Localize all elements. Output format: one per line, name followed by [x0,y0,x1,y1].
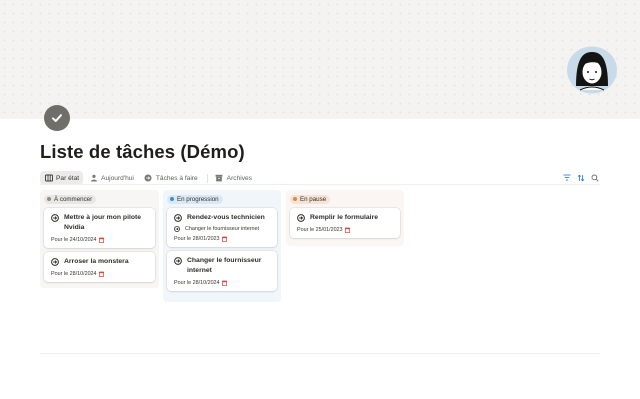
filter-icon[interactable] [562,172,572,183]
search-icon[interactable] [590,172,600,183]
board-column-en-pause: En pause Remplir le formulaire Pour le 2… [286,190,404,246]
tab-aujourdhui[interactable]: Aujourd'hui [85,171,138,185]
sort-icon[interactable] [576,172,586,183]
calendar-icon [98,237,104,243]
check-circle-icon[interactable] [44,105,70,131]
tab-par-etat[interactable]: Par état [40,171,84,185]
status-dot [170,197,174,201]
arrow-circle-icon [297,214,305,222]
tab-label: Archives [226,174,252,182]
task-date: Pour le 24/10/2024 [51,237,97,243]
calendar-icon [221,236,227,242]
arrow-circle-icon [174,226,180,232]
archive-icon [215,174,224,183]
divider [40,353,600,354]
task-card[interactable]: Arroser la monstera Pour le 28/10/2024 [44,252,155,282]
arrow-circle-icon [144,174,153,183]
status-label: En progression [177,195,219,203]
tab-label: Aujourd'hui [101,174,134,182]
task-title: Changer le fournisseur internet [187,257,262,274]
status-label: En pause [300,195,327,203]
page-title[interactable]: Liste de tâches (Démo) [40,141,245,163]
board-icon [44,174,53,183]
tab-archives[interactable]: Archives [211,171,256,185]
calendar-icon [344,227,350,233]
status-dot [293,197,297,201]
status-badge[interactable]: En pause [290,194,331,204]
task-title: Arroser la monstera [64,258,129,265]
calendar-icon [221,280,227,286]
status-badge[interactable]: En progression [167,194,223,204]
calendar-icon [98,271,104,277]
divider [40,184,600,185]
task-date: Pour le 25/01/2023 [297,227,343,233]
subtask-link[interactable]: Changer le fournisseur internet [174,226,272,232]
arrow-circle-icon [174,214,182,222]
task-title: Rendez-vous technicien [187,214,265,221]
tab-label: Par état [56,174,80,182]
task-date: Pour le 28/10/2024 [174,280,220,286]
task-date: Pour le 28/10/2024 [51,271,97,277]
task-title: Mettre à jour mon pilote Nvidia [64,214,142,231]
task-title: Remplir le formulaire [310,214,378,221]
arrow-circle-icon [51,258,59,266]
tab-label: Tâches à faire [155,174,198,182]
arrow-circle-icon [51,214,59,222]
task-card[interactable]: Mettre à jour mon pilote Nvidia Pour le … [44,208,155,248]
view-toolbar [562,172,600,183]
board-column-en-progression: En progression Rendez-vous technicien Ch… [163,190,281,302]
page-cover [0,0,640,119]
status-label: À commencer [54,195,93,203]
task-card[interactable]: Remplir le formulaire Pour le 25/01/2023 [290,208,400,238]
view-tabs: Par état Aujourd'hui Tâches à faire Arch… [40,171,258,185]
subtask-label: Changer le fournisseur internet [185,226,260,232]
board-column-a-commencer: À commencer Mettre à jour mon pilote Nvi… [40,190,159,288]
person-icon [89,174,98,183]
task-date: Pour le 28/01/2023 [174,236,220,242]
user-avatar[interactable] [566,46,618,94]
status-badge[interactable]: À commencer [44,194,97,204]
task-card[interactable]: Rendez-vous technicien Changer le fourni… [167,208,277,247]
tab-taches-a-faire[interactable]: Tâches à faire [140,171,202,185]
task-card[interactable]: Changer le fournisseur internet Pour le … [167,251,277,291]
tab-divider [206,173,208,183]
arrow-circle-icon [174,257,182,265]
status-dot [47,197,51,201]
